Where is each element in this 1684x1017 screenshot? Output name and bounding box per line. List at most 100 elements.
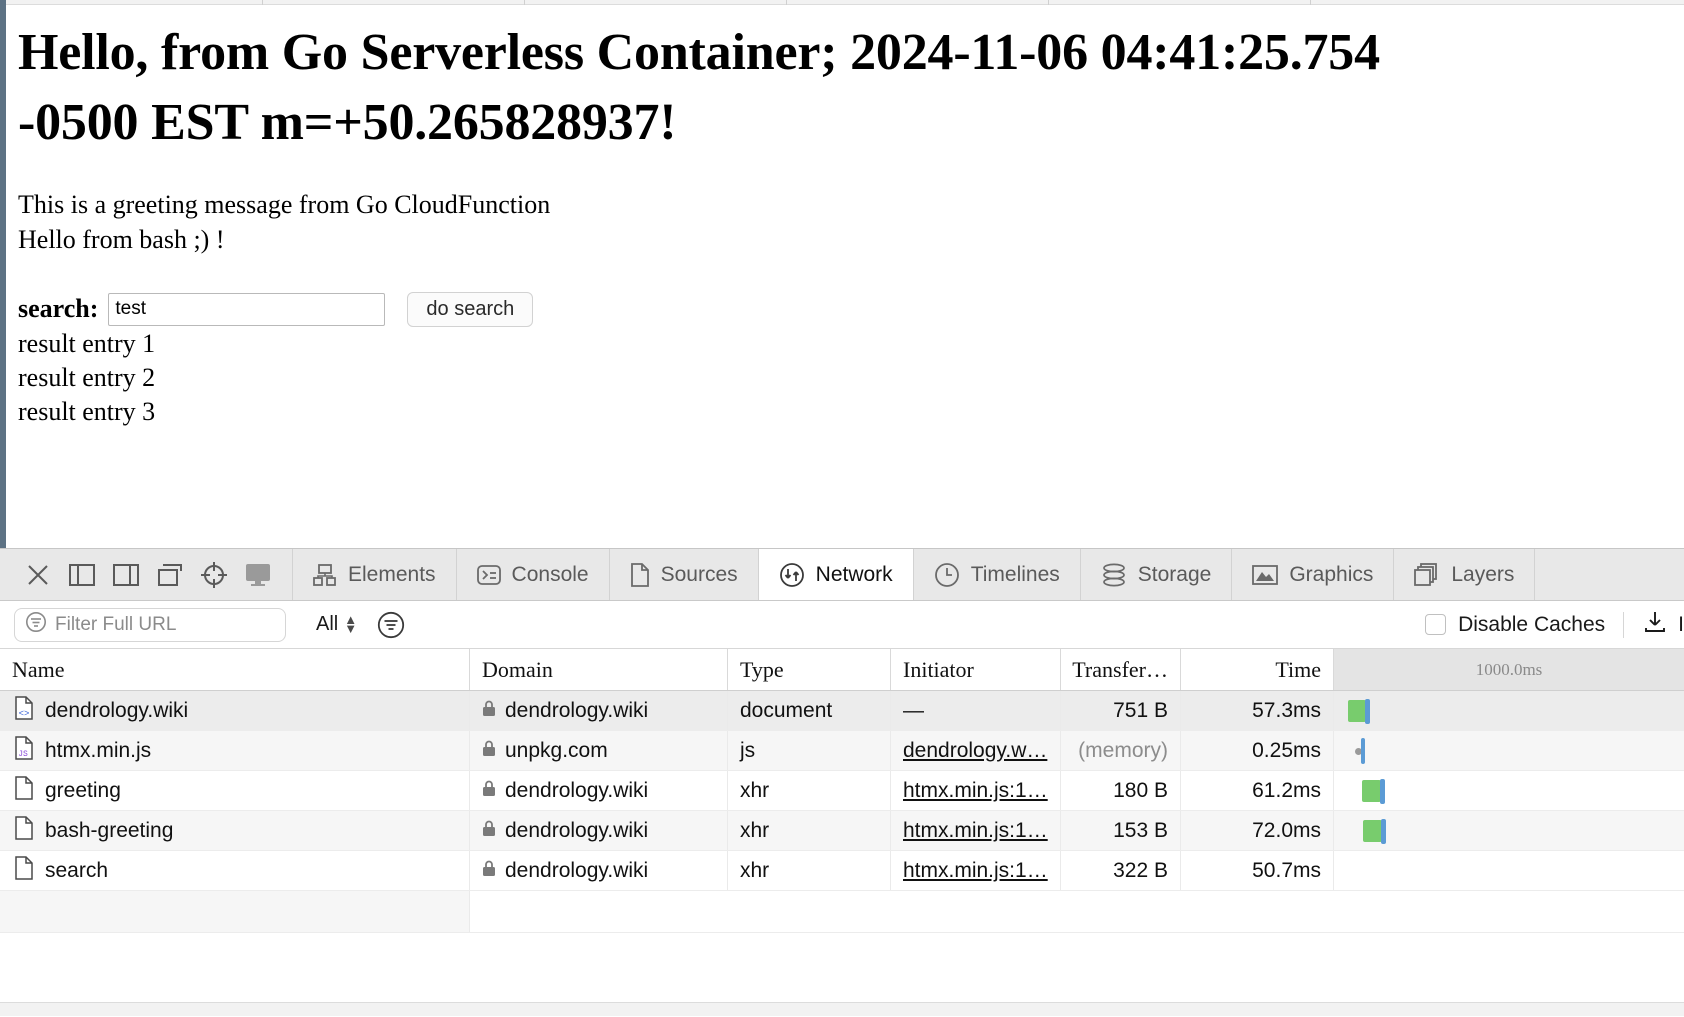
disable-caches-toggle[interactable]: Disable Caches <box>1425 613 1605 637</box>
waterfall-bar <box>1363 819 1386 844</box>
dock-left-icon[interactable] <box>60 549 104 601</box>
tab-label: Sources <box>660 562 738 586</box>
inspector-bottom-strip <box>0 1002 1684 1016</box>
file-icon <box>14 855 34 886</box>
cell-initiator: htmx.min.js:1… <box>891 771 1061 810</box>
column-header-type[interactable]: Type <box>728 649 891 690</box>
tab-storage[interactable]: Storage <box>1081 549 1233 600</box>
close-icon[interactable] <box>16 549 60 601</box>
tab-network[interactable]: Network <box>758 549 914 600</box>
viewport-left-edge <box>0 0 6 548</box>
initiator-value: — <box>903 698 924 722</box>
cell-time: 57.3ms <box>1181 691 1334 730</box>
cell-domain: dendrology.wiki <box>470 691 728 730</box>
request-domain: unpkg.com <box>505 738 608 762</box>
tab-sources[interactable]: Sources <box>610 549 759 600</box>
filter-url-input[interactable]: Filter Full URL <box>14 607 286 642</box>
resource-type-value: All <box>316 613 339 635</box>
result-item: result entry 3 <box>18 397 156 427</box>
column-header-initiator[interactable]: Initiator <box>891 649 1061 690</box>
do-search-button[interactable]: do search <box>407 291 534 327</box>
network-icon <box>779 562 805 588</box>
waterfall-bar <box>1362 779 1385 804</box>
lock-icon <box>482 699 496 723</box>
page-title-line-2: -0500 EST m=+50.265828937! <box>18 94 677 152</box>
cell-initiator: dendrology.w… <box>891 731 1061 770</box>
request-domain: dendrology.wiki <box>505 698 649 722</box>
tab-console[interactable]: Console <box>457 549 610 600</box>
initiator-link[interactable]: dendrology.w… <box>903 739 1047 763</box>
tab-layers[interactable]: Layers <box>1394 549 1536 600</box>
cell-waterfall <box>1334 851 1684 890</box>
greeting-paragraph: This is a greeting message from Go Cloud… <box>18 188 1684 257</box>
filter-toggle-button[interactable] <box>377 611 405 639</box>
tab-label: Console <box>511 562 589 586</box>
tab-timelines[interactable]: Timelines <box>914 549 1081 600</box>
graphics-icon <box>1252 564 1279 586</box>
initiator-link[interactable]: htmx.min.js:1… <box>903 779 1048 803</box>
resource-type-select[interactable]: All ▲ ▼ <box>316 613 357 636</box>
cell-initiator: htmx.min.js:1… <box>891 851 1061 890</box>
tab-elements[interactable]: Elements <box>293 549 457 600</box>
column-header-domain[interactable]: Domain <box>470 649 728 690</box>
table-empty-rest <box>470 891 1684 932</box>
device-mode-icon[interactable] <box>236 549 280 601</box>
cell-name: <> dendrology.wiki <box>0 691 470 730</box>
network-filter-bar: Filter Full URL All ▲ ▼ Disable Caches I <box>0 601 1684 649</box>
column-header-transfer[interactable]: Transfer… <box>1061 649 1181 690</box>
file-icon <box>14 775 34 806</box>
disable-caches-label: Disable Caches <box>1458 612 1606 636</box>
cell-domain: unpkg.com <box>470 731 728 770</box>
web-page-viewport: Hello, from Go Serverless Container; 202… <box>0 0 1684 548</box>
column-header-time[interactable]: Time <box>1181 649 1334 690</box>
tab-label: Network <box>815 562 893 586</box>
layers-icon <box>1414 562 1440 587</box>
request-domain: dendrology.wiki <box>505 818 649 842</box>
lock-icon <box>482 779 496 803</box>
dock-right-icon[interactable] <box>104 549 148 601</box>
cell-domain: dendrology.wiki <box>470 771 728 810</box>
lock-icon <box>482 739 496 763</box>
search-input[interactable] <box>108 292 386 326</box>
cell-type: js <box>728 731 891 770</box>
cell-transfer: 180 B <box>1061 771 1181 810</box>
toolbar-divider <box>1623 611 1625 638</box>
page-title-line-1: Hello, from Go Serverless Container; 202… <box>18 24 1380 81</box>
table-row[interactable]: greeting dendrology.wiki xhr htmx.min.js… <box>0 771 1684 811</box>
dock-bottom-icon[interactable] <box>148 549 192 601</box>
js-file-icon: JS <box>14 735 34 766</box>
disable-caches-checkbox[interactable] <box>1425 614 1447 635</box>
initiator-link[interactable]: htmx.min.js:1… <box>903 859 1048 883</box>
table-row[interactable]: bash-greeting dendrology.wiki xhr htmx.m… <box>0 811 1684 851</box>
table-row[interactable]: search dendrology.wiki xhr htmx.min.js:1… <box>0 851 1684 891</box>
table-header-row: Name Domain Type Initiator Transfer… Tim… <box>0 649 1684 691</box>
cell-time: 50.7ms <box>1181 851 1334 890</box>
tab-label: Elements <box>348 562 436 586</box>
svg-text:<>: <> <box>19 709 30 719</box>
elements-icon <box>313 563 337 586</box>
download-icon <box>1642 609 1668 641</box>
export-har-button[interactable]: I <box>1642 609 1684 641</box>
table-empty-name-col <box>0 891 470 932</box>
cell-initiator: — <box>891 691 1061 730</box>
html-document-icon: <> <box>14 695 34 726</box>
console-icon <box>476 564 501 586</box>
tab-graphics[interactable]: Graphics <box>1232 549 1395 600</box>
cell-transfer: 751 B <box>1061 691 1181 730</box>
browser-chrome-strip <box>6 0 1684 5</box>
request-name: greeting <box>45 778 121 802</box>
table-row[interactable]: JS htmx.min.js unpkg.com js dendrology.w… <box>0 731 1684 771</box>
inspector-tabs: Elements Console Sources Network Timelin… <box>293 549 1684 600</box>
cell-waterfall <box>1334 691 1684 730</box>
inspect-element-icon[interactable] <box>192 549 236 601</box>
cell-waterfall <box>1334 771 1684 810</box>
cell-type: document <box>728 691 891 730</box>
initiator-link[interactable]: htmx.min.js:1… <box>903 819 1048 843</box>
storage-icon <box>1101 563 1127 587</box>
table-row[interactable]: <> dendrology.wiki dendrology.wiki docum… <box>0 691 1684 731</box>
tab-label: Graphics <box>1289 562 1374 586</box>
tab-label: Timelines <box>970 562 1060 586</box>
column-header-name[interactable]: Name <box>0 649 470 690</box>
svg-text:JS: JS <box>18 750 28 759</box>
web-inspector: Elements Console Sources Network Timelin… <box>0 548 1684 1017</box>
